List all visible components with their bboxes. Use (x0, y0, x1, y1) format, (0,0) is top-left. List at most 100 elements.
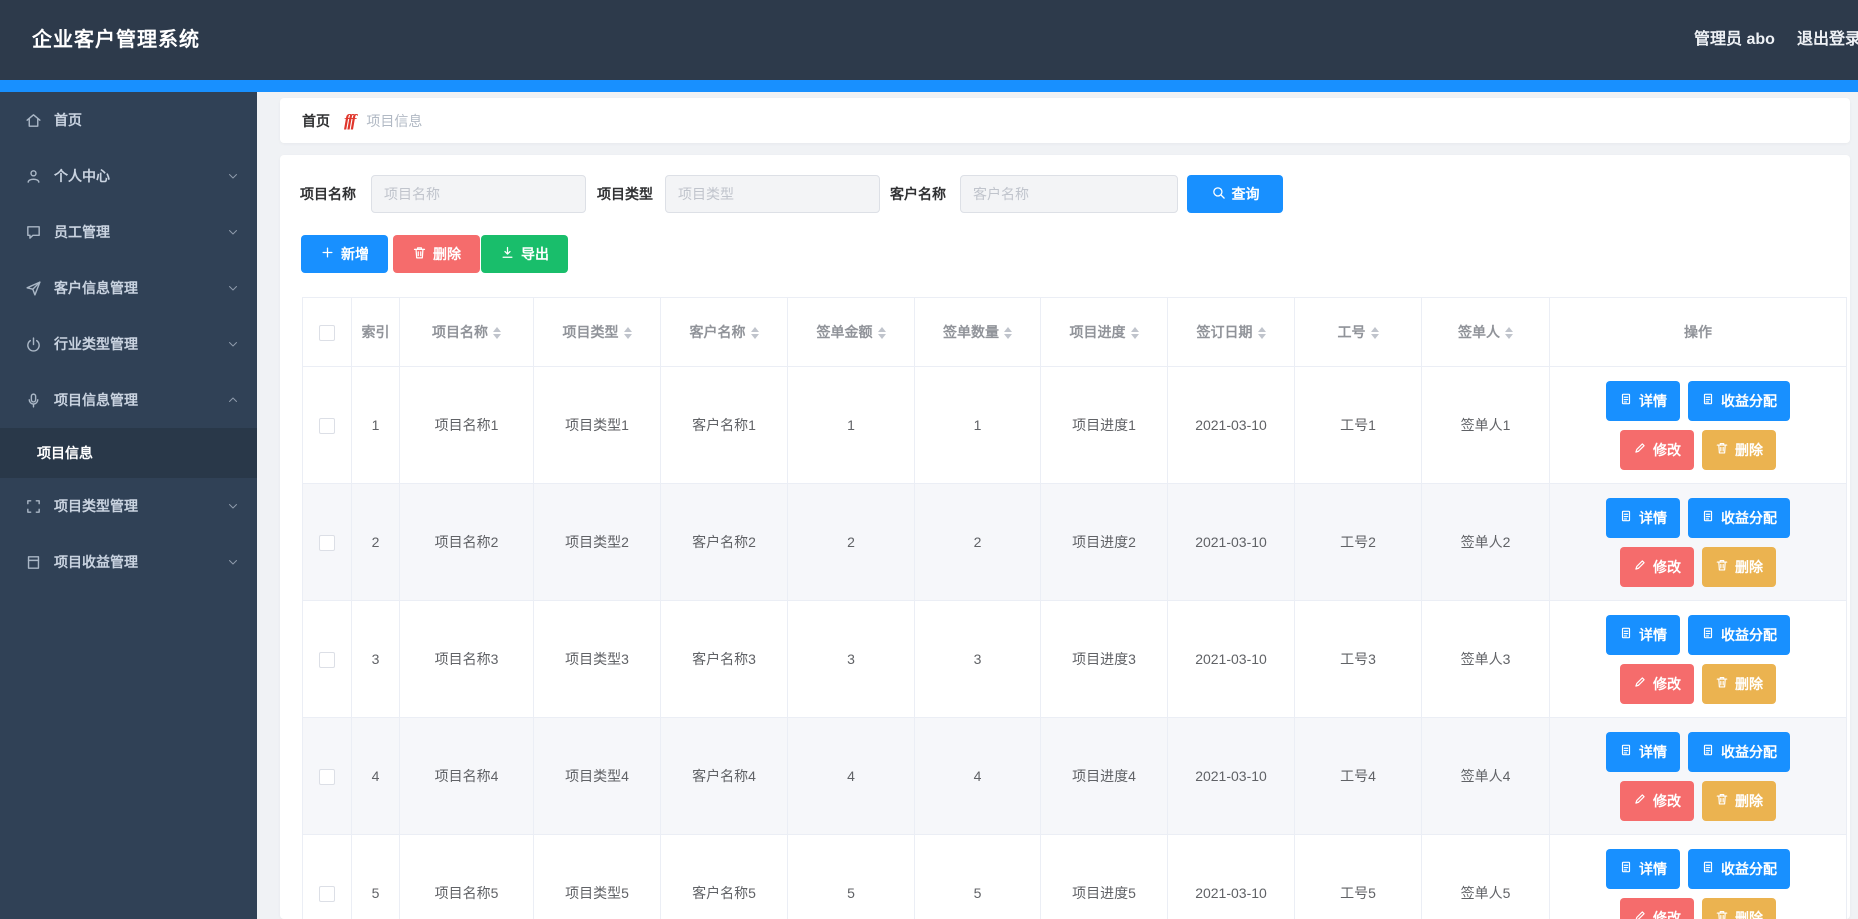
row-detail-button[interactable]: 详情 (1606, 498, 1680, 538)
cell-progress: 项目进度3 (1041, 601, 1168, 718)
column-header-quantity[interactable]: 签单数量 (915, 298, 1041, 367)
delete-button[interactable]: 删除 (393, 235, 480, 273)
sidebar-item-label: 项目收益管理 (54, 552, 138, 572)
cell-index: 2 (352, 484, 400, 601)
cell-date: 2021-03-10 (1168, 601, 1295, 718)
sidebar-item-5[interactable]: 行业类型管理 (0, 316, 257, 372)
row-income-button[interactable]: 收益分配 (1688, 381, 1790, 421)
mic-icon (25, 392, 42, 409)
add-button[interactable]: 新增 (301, 235, 388, 273)
row-edit-button[interactable]: 修改 (1620, 430, 1694, 470)
row-edit-button[interactable]: 修改 (1620, 781, 1694, 821)
column-header-progress[interactable]: 项目进度 (1041, 298, 1168, 367)
sidebar-item-8[interactable]: 项目收益管理 (0, 534, 257, 590)
chevron-down-icon (227, 226, 239, 238)
row-checkbox[interactable] (319, 652, 335, 668)
cell-signer: 签单人4 (1422, 718, 1550, 835)
sort-caret-icon[interactable] (751, 327, 759, 339)
select-all-checkbox[interactable] (319, 325, 335, 341)
box-icon (25, 554, 42, 571)
column-header-type[interactable]: 项目类型 (534, 298, 661, 367)
cell-amount: 1 (788, 367, 915, 484)
filter-input-1[interactable] (371, 175, 586, 213)
search-button[interactable]: 查询 (1187, 175, 1283, 213)
chat-icon (25, 224, 42, 241)
sort-caret-icon[interactable] (1004, 327, 1012, 339)
row-detail-button[interactable]: 详情 (1606, 615, 1680, 655)
sort-caret-icon[interactable] (1505, 327, 1513, 339)
row-detail-button[interactable]: 详情 (1606, 849, 1680, 889)
cell-index: 3 (352, 601, 400, 718)
sidebar-item-4[interactable]: 客户信息管理 (0, 260, 257, 316)
cell-type: 项目类型4 (534, 718, 661, 835)
top-navbar: 企业客户管理系统 管理员 abo 退出登录 (0, 0, 1858, 80)
sort-caret-icon[interactable] (493, 327, 501, 339)
row-delete-button[interactable]: 删除 (1702, 430, 1776, 470)
power-icon (25, 336, 42, 353)
row-edit-button[interactable]: 修改 (1620, 547, 1694, 587)
user-icon (25, 168, 42, 185)
table-row: 4项目名称4项目类型4客户名称444项目进度42021-03-10工号4签单人4… (303, 718, 1847, 835)
cell-date: 2021-03-10 (1168, 835, 1295, 919)
sidebar-subitem[interactable]: 项目信息 (0, 428, 257, 478)
cell-signer: 签单人2 (1422, 484, 1550, 601)
cell-amount: 5 (788, 835, 915, 919)
column-header-signer[interactable]: 签单人 (1422, 298, 1550, 367)
logout-link[interactable]: 退出登录 (1797, 0, 1858, 80)
column-header-customer[interactable]: 客户名称 (661, 298, 788, 367)
cell-name: 项目名称5 (400, 835, 534, 919)
row-checkbox[interactable] (319, 535, 335, 551)
sort-caret-icon[interactable] (1371, 327, 1379, 339)
sidebar-item-6[interactable]: 项目信息管理 (0, 372, 257, 428)
row-income-button[interactable]: 收益分配 (1688, 849, 1790, 889)
trash-icon (412, 245, 427, 263)
pen-icon (1633, 441, 1647, 458)
breadcrumb-home-link[interactable]: 首页 (302, 111, 330, 131)
row-edit-button[interactable]: 修改 (1620, 898, 1694, 919)
sort-caret-icon[interactable] (1131, 327, 1139, 339)
row-delete-button[interactable]: 删除 (1702, 664, 1776, 704)
cell-worker: 工号2 (1295, 484, 1422, 601)
row-delete-button[interactable]: 删除 (1702, 781, 1776, 821)
column-header-name[interactable]: 项目名称 (400, 298, 534, 367)
doc-icon (1619, 743, 1633, 760)
sidebar-item-label: 行业类型管理 (54, 334, 138, 354)
doc-icon (1619, 392, 1633, 409)
chevron-up-icon (227, 394, 239, 406)
add-button-label: 新增 (341, 244, 369, 264)
export-button[interactable]: 导出 (481, 235, 568, 273)
sidebar-item-1[interactable]: 首页 (0, 92, 257, 148)
cell-signer: 签单人1 (1422, 367, 1550, 484)
row-income-button[interactable]: 收益分配 (1688, 615, 1790, 655)
row-checkbox[interactable] (319, 418, 335, 434)
sort-caret-icon[interactable] (624, 327, 632, 339)
cell-type: 项目类型2 (534, 484, 661, 601)
sidebar-item-3[interactable]: 员工管理 (0, 204, 257, 260)
search-button-label: 查询 (1232, 184, 1260, 204)
row-income-button[interactable]: 收益分配 (1688, 732, 1790, 772)
row-detail-button[interactable]: 详情 (1606, 732, 1680, 772)
sort-caret-icon[interactable] (878, 327, 886, 339)
row-checkbox[interactable] (319, 769, 335, 785)
column-header-amount[interactable]: 签单金额 (788, 298, 915, 367)
current-user-label[interactable]: 管理员 abo (1694, 0, 1775, 80)
column-header-cb[interactable] (303, 298, 352, 367)
row-delete-button[interactable]: 删除 (1702, 547, 1776, 587)
sort-caret-icon[interactable] (1258, 327, 1266, 339)
row-delete-button[interactable]: 删除 (1702, 898, 1776, 919)
cell-index: 5 (352, 835, 400, 919)
row-detail-button[interactable]: 详情 (1606, 381, 1680, 421)
row-checkbox[interactable] (319, 886, 335, 902)
column-header-worker[interactable]: 工号 (1295, 298, 1422, 367)
filter-input-3[interactable] (960, 175, 1178, 213)
row-edit-button[interactable]: 修改 (1620, 664, 1694, 704)
sidebar-item-2[interactable]: 个人中心 (0, 148, 257, 204)
cell-quantity: 1 (915, 367, 1041, 484)
row-income-button[interactable]: 收益分配 (1688, 498, 1790, 538)
cell-cb (303, 484, 352, 601)
column-header-date[interactable]: 签订日期 (1168, 298, 1295, 367)
doc-icon (1701, 392, 1715, 409)
cell-customer: 客户名称4 (661, 718, 788, 835)
sidebar-item-7[interactable]: 项目类型管理 (0, 478, 257, 534)
filter-input-2[interactable] (665, 175, 880, 213)
